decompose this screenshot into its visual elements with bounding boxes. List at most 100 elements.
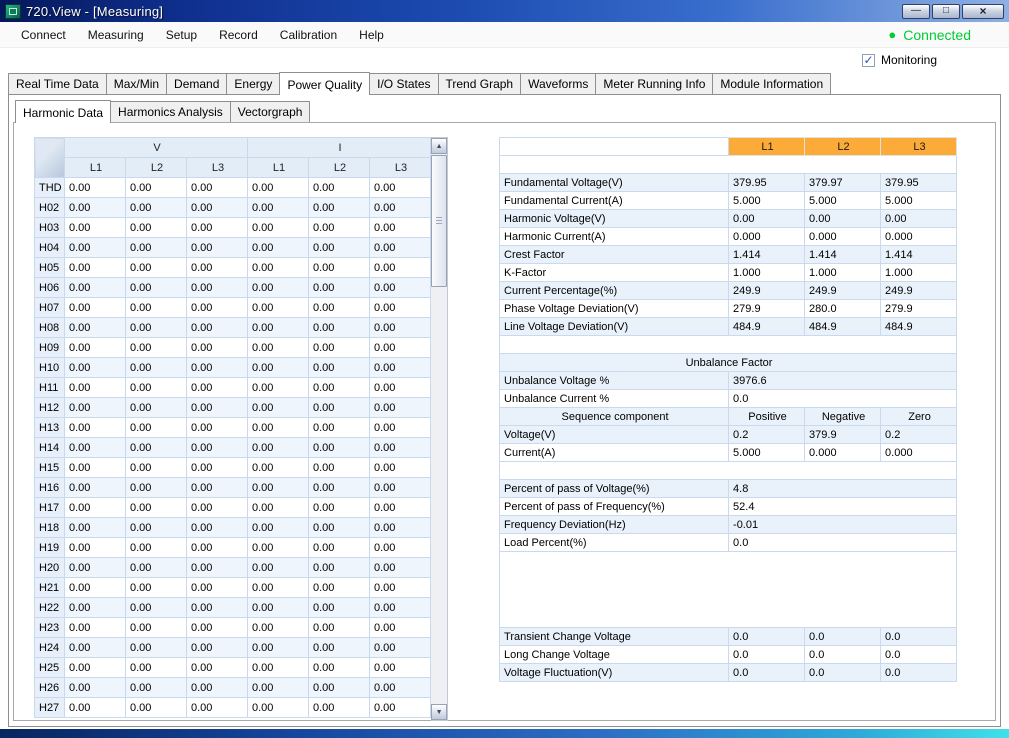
pq-row-label: Voltage Fluctuation(V): [500, 664, 729, 682]
tab-trend-graph[interactable]: Trend Graph: [438, 73, 522, 94]
grid-cell: 0.00: [126, 338, 187, 358]
grid-cell: 0.00: [248, 678, 309, 698]
scroll-down-button[interactable]: ▼: [431, 704, 447, 720]
app-window: 720.View - [Measuring] — □ × ConnectMeas…: [0, 0, 1009, 738]
grid-cell: 0.00: [309, 538, 370, 558]
grid-cell: 0.00: [309, 258, 370, 278]
scrollbar-thumb[interactable]: [431, 155, 447, 287]
power-quality-page: Harmonic DataHarmonics AnalysisVectorgra…: [8, 94, 1001, 727]
harmonic-row: H160.000.000.000.000.000.00: [35, 478, 431, 498]
harmonic-row: H050.000.000.000.000.000.00: [35, 258, 431, 278]
grid-cell: 0.00: [65, 498, 126, 518]
row-header-cell: H06: [35, 278, 65, 298]
harmonic-row: H180.000.000.000.000.000.00: [35, 518, 431, 538]
grid-cell: 0.00: [248, 638, 309, 658]
grid-cell: 0.00: [126, 378, 187, 398]
grid-cell: 0.00: [126, 238, 187, 258]
pq-value-cell: 484.9: [881, 318, 957, 336]
app-icon: [5, 4, 21, 19]
tab-power-quality[interactable]: Power Quality: [279, 72, 370, 95]
pq-column-header: L3: [881, 138, 957, 156]
power-quality-content: Harmonic DataHarmonics AnalysisVectorgra…: [13, 101, 996, 721]
harmonic-grid: VIL1L2L3L1L2L3THD0.000.000.000.000.000.0…: [34, 137, 448, 721]
row-header-cell: H03: [35, 218, 65, 238]
row-header-cell: H22: [35, 598, 65, 618]
grid-cell: 0.00: [309, 418, 370, 438]
menu-item-measuring[interactable]: Measuring: [77, 24, 155, 46]
scroll-up-button[interactable]: ▲: [431, 138, 447, 154]
tab-waveforms[interactable]: Waveforms: [520, 73, 596, 94]
main-tab-strip: Real Time DataMax/MinDemandEnergyPower Q…: [0, 72, 1009, 94]
grid-cell: 0.00: [248, 558, 309, 578]
vertical-scrollbar[interactable]: ▲ ▼: [431, 137, 448, 721]
grid-cell: 0.00: [309, 178, 370, 198]
maximize-button[interactable]: □: [932, 4, 960, 19]
grid-cell: 0.00: [65, 458, 126, 478]
subtab-harmonic-data[interactable]: Harmonic Data: [15, 100, 111, 123]
tab-i-o-states[interactable]: I/O States: [369, 73, 438, 94]
tab-energy[interactable]: Energy: [226, 73, 280, 94]
menu-item-connect[interactable]: Connect: [10, 24, 77, 46]
pq-row-label: K-Factor: [500, 264, 729, 282]
grid-cell: 0.00: [309, 678, 370, 698]
grid-cell: 0.00: [65, 698, 126, 718]
row-header-cell: H18: [35, 518, 65, 538]
grid-cell: 0.00: [187, 698, 248, 718]
grid-cell: 0.00: [65, 658, 126, 678]
menu-item-calibration[interactable]: Calibration: [269, 24, 348, 46]
minimize-button[interactable]: —: [902, 4, 930, 19]
grid-cell: 0.00: [65, 238, 126, 258]
pq-row-label: Line Voltage Deviation(V): [500, 318, 729, 336]
scroll-up-icon: ▲: [436, 143, 443, 150]
harmonic-table: VIL1L2L3L1L2L3THD0.000.000.000.000.000.0…: [34, 137, 431, 718]
close-button[interactable]: ×: [962, 4, 1004, 19]
grid-cell: 0.00: [370, 618, 431, 638]
grid-cell: 0.00: [65, 218, 126, 238]
row-header-cell: H14: [35, 438, 65, 458]
grid-cell: 0.00: [126, 478, 187, 498]
grid-cell: 0.00: [187, 518, 248, 538]
menu-item-record[interactable]: Record: [208, 24, 269, 46]
pq-value-cell: 0.0: [729, 628, 805, 646]
grid-cell: 0.00: [370, 658, 431, 678]
monitoring-checkbox[interactable]: ✓: [862, 54, 875, 67]
tab-demand[interactable]: Demand: [166, 73, 227, 94]
grid-cell: 0.00: [309, 378, 370, 398]
pq-value-cell: 0.0: [881, 646, 957, 664]
title-bar[interactable]: 720.View - [Measuring] — □ ×: [0, 0, 1009, 22]
menu-item-help[interactable]: Help: [348, 24, 395, 46]
tab-max-min[interactable]: Max/Min: [106, 73, 167, 94]
grid-cell: 0.00: [248, 418, 309, 438]
tab-real-time-data[interactable]: Real Time Data: [8, 73, 107, 94]
pq-row: Phase Voltage Deviation(V)279.9280.0279.…: [500, 300, 957, 318]
grid-cell: 0.00: [187, 338, 248, 358]
pq-row: Unbalance Voltage %3976.6: [500, 372, 957, 390]
grid-cell: 0.00: [248, 698, 309, 718]
tab-module-information[interactable]: Module Information: [712, 73, 831, 94]
grid-cell: 0.00: [126, 618, 187, 638]
pq-row: Sequence componentPositiveNegativeZero: [500, 408, 957, 426]
pq-value-cell: 0.0: [729, 646, 805, 664]
grid-cell: 0.00: [370, 278, 431, 298]
grid-cell: 0.00: [65, 538, 126, 558]
grid-cell: 0.00: [370, 298, 431, 318]
harmonic-row: H080.000.000.000.000.000.00: [35, 318, 431, 338]
subtab-harmonics-analysis[interactable]: Harmonics Analysis: [110, 101, 231, 122]
blank-row-cell: [500, 336, 957, 354]
pq-value-cell: 0.00: [729, 210, 805, 228]
menu-item-setup[interactable]: Setup: [155, 24, 208, 46]
pq-value-cell: 249.9: [729, 282, 805, 300]
column-group-header: V: [65, 138, 248, 158]
row-header-cell: H25: [35, 658, 65, 678]
tab-meter-running-info[interactable]: Meter Running Info: [595, 73, 713, 94]
subtab-vectorgraph[interactable]: Vectorgraph: [230, 101, 311, 122]
pq-row-label: Percent of pass of Frequency(%): [500, 498, 729, 516]
grid-cell: 0.00: [126, 418, 187, 438]
row-header-cell: H20: [35, 558, 65, 578]
pq-value-cell: 5.000: [881, 192, 957, 210]
harmonic-row: H230.000.000.000.000.000.00: [35, 618, 431, 638]
grid-cell: 0.00: [126, 458, 187, 478]
grid-cell: 0.00: [309, 338, 370, 358]
grid-cell: 0.00: [126, 698, 187, 718]
grid-cell: 0.00: [187, 418, 248, 438]
